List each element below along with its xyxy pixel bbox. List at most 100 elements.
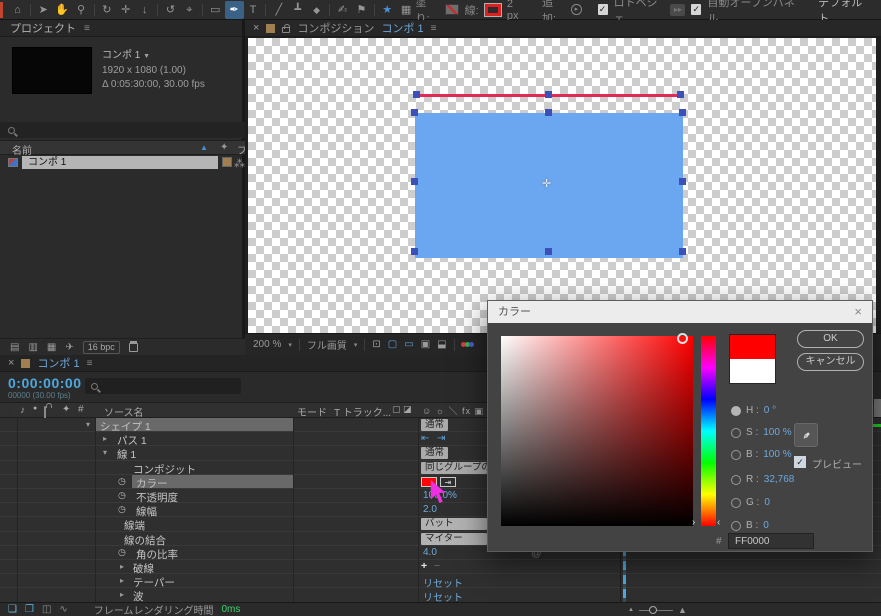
close-icon[interactable]: × xyxy=(8,357,14,369)
auto-open-panel-checkbox[interactable]: ✓ xyxy=(691,4,701,15)
clone-stamp-tool-icon[interactable]: ┻ xyxy=(288,1,307,19)
zoom-tool-icon[interactable]: ⚲ xyxy=(72,1,91,19)
interpret-footage-icon[interactable]: ▤ xyxy=(10,342,19,353)
remove-dash-button[interactable]: − xyxy=(434,560,440,572)
radio-r[interactable] xyxy=(731,475,741,485)
star-icon[interactable]: ★ xyxy=(378,1,397,19)
stopwatch-icon[interactable]: ◷ xyxy=(118,476,126,487)
region-of-interest-icon[interactable]: ▢ xyxy=(388,339,397,350)
transparency-grid-icon[interactable]: ▦ xyxy=(397,1,416,19)
lock-icon[interactable] xyxy=(282,27,290,33)
new-folder-icon[interactable]: ▥ xyxy=(28,342,37,353)
project-search-input[interactable] xyxy=(0,122,245,138)
panel-menu-icon[interactable]: ≡ xyxy=(431,23,437,34)
bit-depth-button[interactable]: 16 bpc xyxy=(83,341,120,354)
add-icon[interactable]: ▸ xyxy=(571,4,581,15)
name-column-header[interactable]: 名前 xyxy=(12,142,32,157)
b2-value[interactable]: 0 xyxy=(763,520,769,531)
zoom-in-icon[interactable]: ▲ xyxy=(678,605,687,615)
magnification-dropdown[interactable]: 200 % xyxy=(253,339,281,350)
s-value[interactable]: 100 % xyxy=(763,427,791,438)
property-row-taper[interactable]: ▸ テーパー リセット xyxy=(0,574,881,588)
close-icon[interactable]: × xyxy=(854,301,862,323)
close-icon[interactable]: × xyxy=(253,22,259,34)
resolution-dropdown[interactable]: フル画質 xyxy=(307,337,347,352)
timeline-comp-name[interactable]: コンポ 1 xyxy=(37,355,79,371)
path-vertex[interactable] xyxy=(677,91,684,98)
pan-camera-tool-icon[interactable]: ✛ xyxy=(116,1,135,19)
ok-button[interactable]: OK xyxy=(797,330,864,348)
selection-handle[interactable] xyxy=(679,109,686,116)
hex-input[interactable]: FF0000 xyxy=(728,533,814,549)
label-color-swatch[interactable] xyxy=(222,157,232,167)
r-value[interactable]: 32,768 xyxy=(764,474,795,485)
timeline-search-input[interactable] xyxy=(85,378,241,394)
project-settings-icon[interactable]: ✈ xyxy=(65,342,73,353)
composite-dropdown[interactable]: 同じグループの前 xyxy=(421,462,487,474)
stopwatch-icon[interactable]: ◷ xyxy=(118,547,126,558)
twirl-closed-icon[interactable]: ▸ xyxy=(103,434,107,443)
property-row-dashes[interactable]: ▸ 破線 + − xyxy=(0,560,881,574)
roto-brush-tool-icon[interactable]: ✍ xyxy=(333,1,352,19)
solo-column-icon[interactable]: ● xyxy=(33,405,37,412)
stroke-swatch[interactable] xyxy=(485,4,501,16)
anchor-point-icon[interactable]: ✛ xyxy=(542,177,551,190)
selection-handle[interactable] xyxy=(411,109,418,116)
motion-blur-icon[interactable]: ◫ xyxy=(42,604,51,615)
label-column-icon[interactable]: ✦ xyxy=(220,142,228,153)
composition-name[interactable]: コンポ 1 xyxy=(102,50,140,61)
project-tab[interactable]: プロジェクト ≡ xyxy=(0,20,242,37)
project-item-name[interactable]: コンポ 1 xyxy=(22,156,218,169)
guides-icon[interactable]: ⊡ xyxy=(372,339,380,350)
property-row-wave[interactable]: ▸ 波 リセット xyxy=(0,588,881,602)
show-channel-icon[interactable] xyxy=(462,342,474,347)
hue-slider[interactable] xyxy=(701,336,716,526)
twirl-open-icon[interactable]: ▾ xyxy=(103,448,107,457)
orbit-camera-tool-icon[interactable]: ↻ xyxy=(97,1,116,19)
dialog-title[interactable]: カラー xyxy=(488,301,872,323)
preview-checkbox[interactable]: ✓ xyxy=(794,456,806,468)
panel-menu-icon[interactable]: ≡ xyxy=(87,358,93,369)
rectangle-tool-icon[interactable]: ▭ xyxy=(206,1,225,19)
add-dash-button[interactable]: + xyxy=(421,560,427,572)
hue-marker-left[interactable]: › xyxy=(692,517,695,528)
selection-handle[interactable] xyxy=(411,248,418,255)
path-vertex[interactable] xyxy=(545,91,552,98)
transparency-grid-icon[interactable]: ▣ xyxy=(421,339,430,350)
flowchart-icon[interactable]: ⁂ xyxy=(234,157,245,170)
selection-handle[interactable] xyxy=(545,109,552,116)
selection-handle[interactable] xyxy=(411,178,418,185)
fill-swatch[interactable] xyxy=(445,4,459,15)
current-time-display[interactable]: 0:00:00:00 xyxy=(8,375,82,391)
home-icon[interactable]: ⌂ xyxy=(8,1,27,19)
radio-s[interactable] xyxy=(731,428,741,438)
rotation-tool-icon[interactable]: ↺ xyxy=(161,1,180,19)
panel-menu-icon[interactable]: ≡ xyxy=(84,23,90,34)
graph-editor-icon[interactable]: ∿ xyxy=(59,604,67,615)
selection-handle[interactable] xyxy=(545,248,552,255)
zoom-slider-knob[interactable] xyxy=(649,606,657,614)
saturation-brightness-field[interactable] xyxy=(501,336,693,526)
b-value[interactable]: 100 % xyxy=(763,449,791,460)
composition-viewer-tab[interactable]: × コンポジション コンポ 1 ≡ xyxy=(245,20,881,37)
source-name-column-header[interactable]: ソース名 xyxy=(104,404,144,419)
hand-tool-icon[interactable]: ✋ xyxy=(53,1,72,19)
eraser-tool-icon[interactable]: ◆ xyxy=(307,1,326,19)
sort-ascending-icon[interactable]: ▲ xyxy=(200,143,208,152)
scrollbar-thumb[interactable] xyxy=(874,399,881,417)
line-cap-dropdown[interactable]: バット xyxy=(421,518,487,530)
zoom-out-icon[interactable]: ▲ xyxy=(628,607,634,613)
twirl-closed-icon[interactable]: ▸ xyxy=(120,576,124,585)
panel-toggle-icon[interactable]: ▸▸ xyxy=(670,4,685,16)
path-direction-icon[interactable]: ⇤ xyxy=(421,433,429,444)
transfer-controls-icons[interactable]: ▢ ◪ xyxy=(392,404,412,415)
layer-switches-icons[interactable]: ☺ ☼ ＼ fx ▣ ◐ xyxy=(422,404,494,417)
stopwatch-icon[interactable]: ◷ xyxy=(118,490,126,501)
brush-tool-icon[interactable]: ╱ xyxy=(269,1,288,19)
line-join-dropdown[interactable]: マイター xyxy=(421,533,487,545)
rotobezier-checkbox[interactable]: ✓ xyxy=(598,4,608,15)
path-vertex[interactable] xyxy=(413,91,420,98)
selection-tool-icon[interactable]: ➤ xyxy=(34,1,53,19)
twirl-open-icon[interactable]: ▾ xyxy=(86,420,90,429)
trash-icon[interactable] xyxy=(129,343,138,352)
